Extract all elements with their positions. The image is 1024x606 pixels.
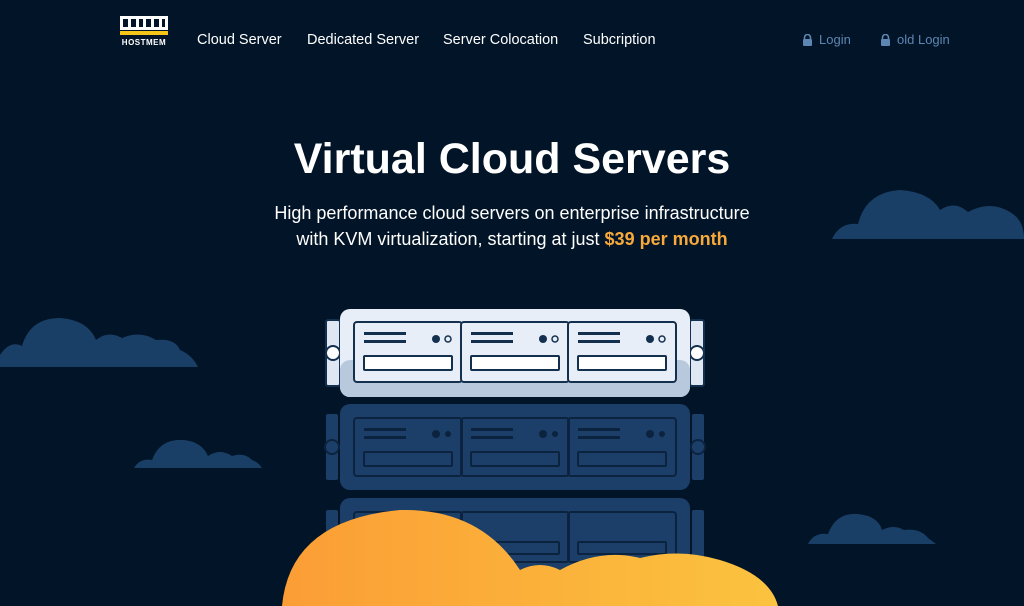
hero-illustration	[0, 190, 1024, 606]
cloud-top-right	[832, 190, 1024, 239]
cloud-bottom-right	[808, 513, 936, 544]
server-unit-front	[325, 309, 705, 397]
server-unit-back-1	[324, 404, 706, 490]
cloud-left	[0, 318, 198, 367]
cloud-small-left	[134, 439, 262, 468]
